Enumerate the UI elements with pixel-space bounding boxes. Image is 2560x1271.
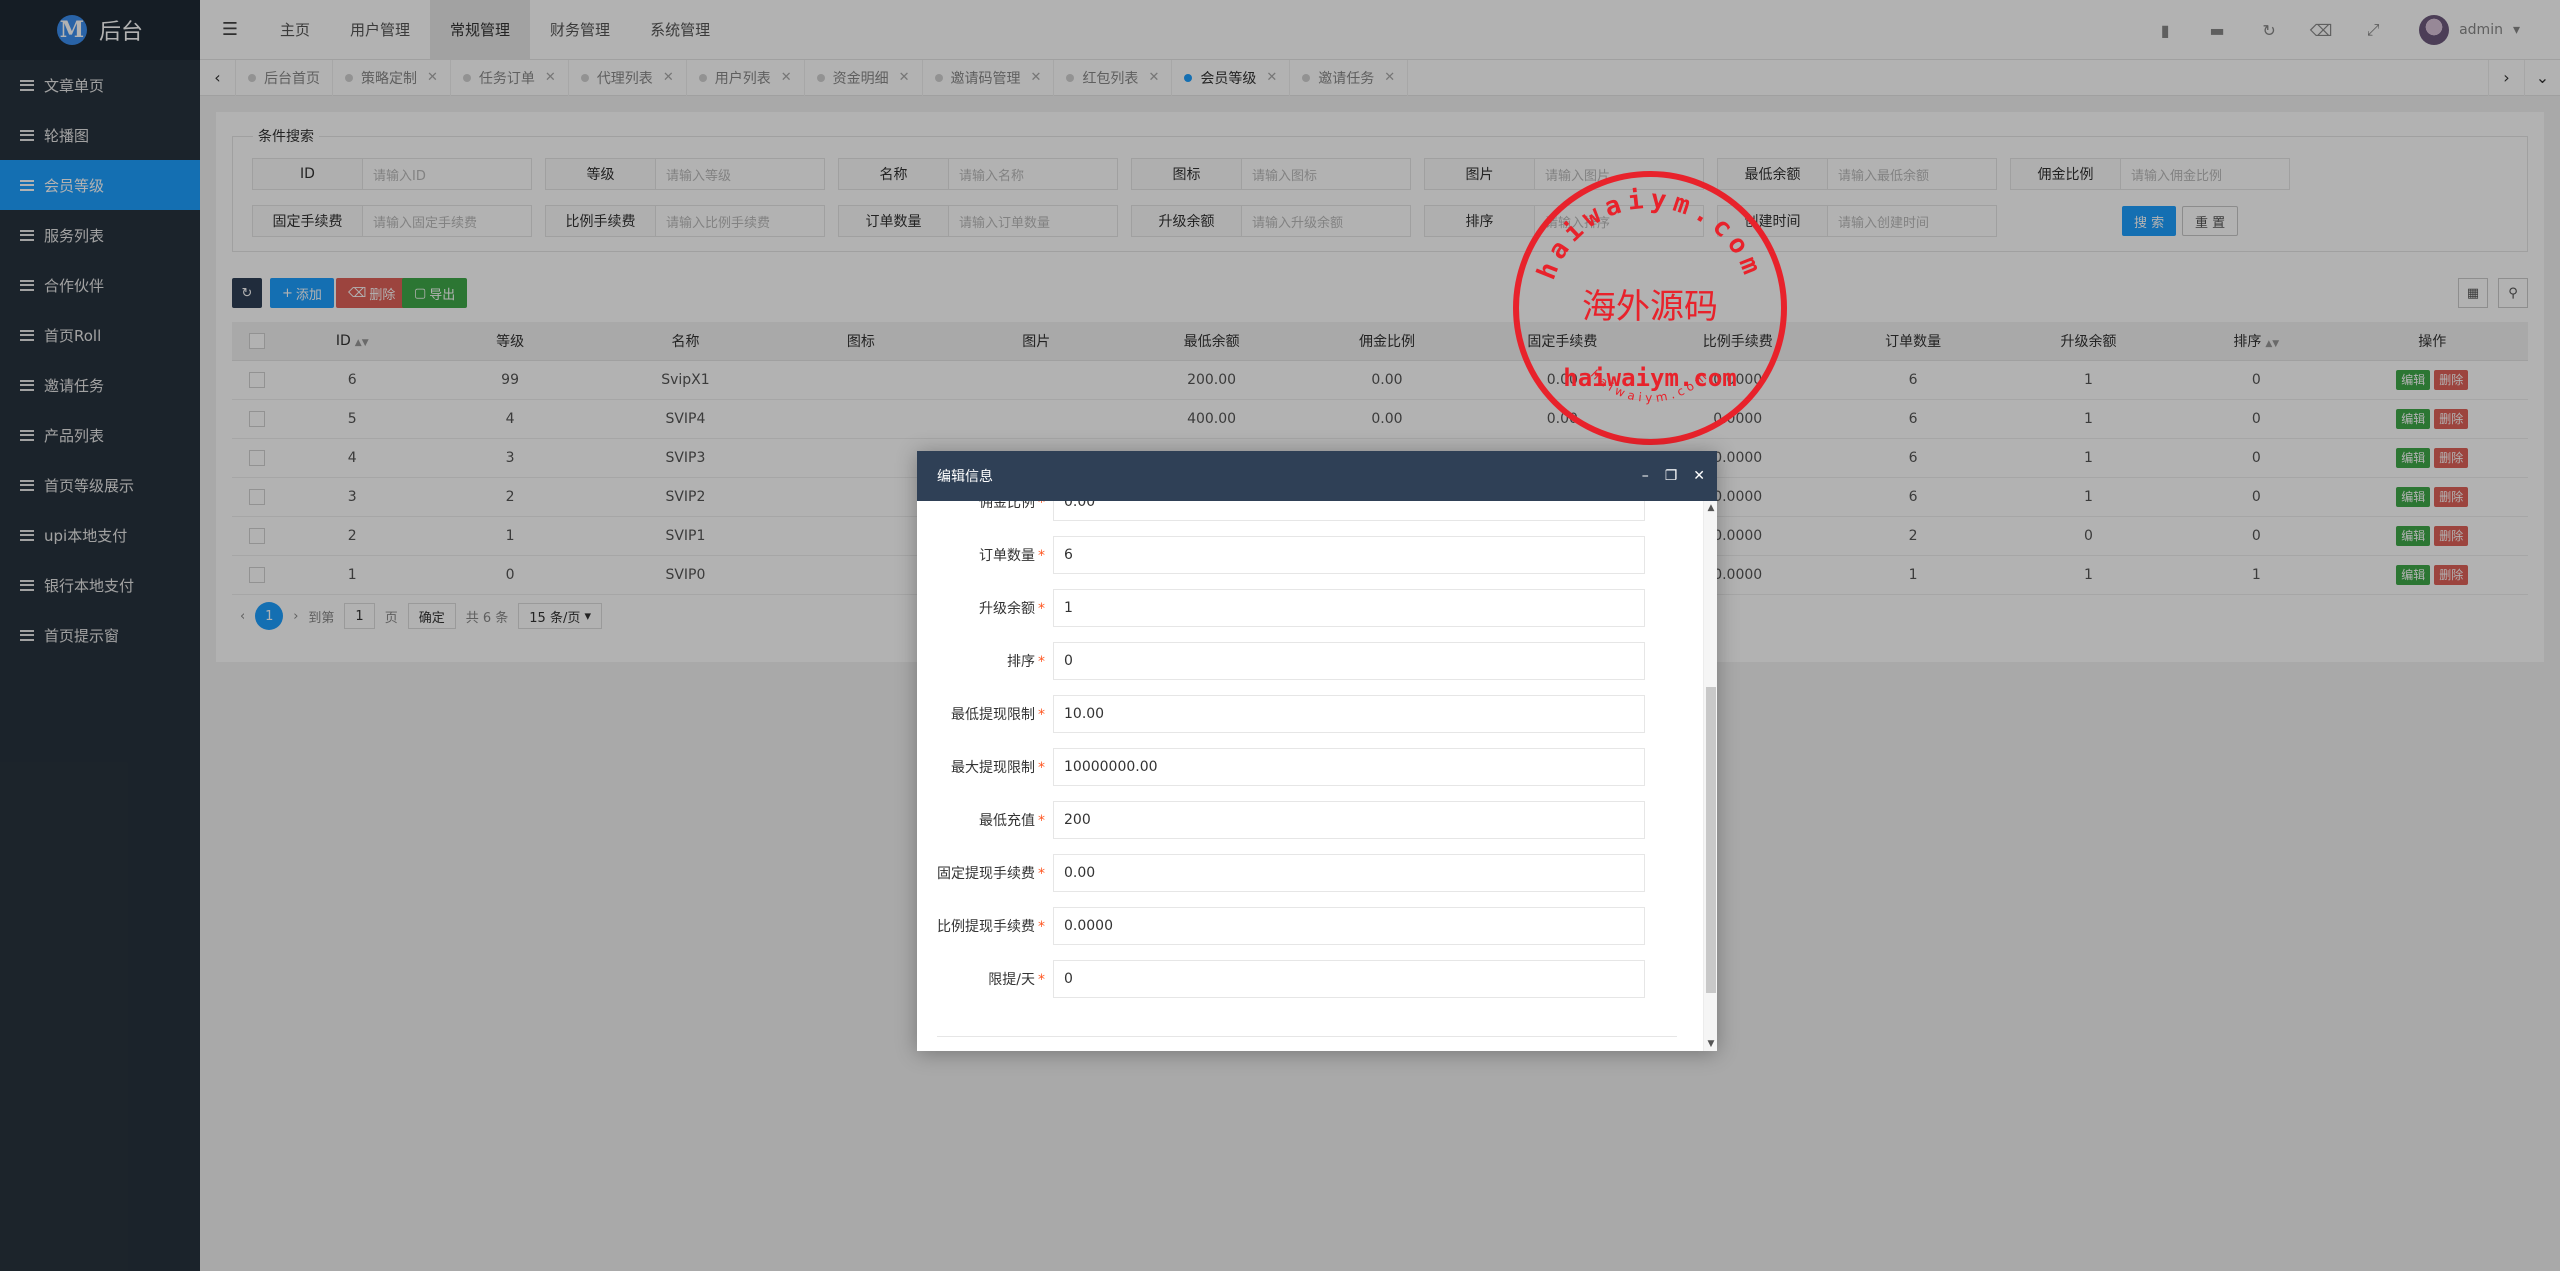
scroll-up-icon[interactable]: ▲ — [1704, 501, 1717, 515]
modal-divider — [937, 1036, 1677, 1037]
form-label: 固定提现手续费 * — [917, 863, 1053, 883]
form-label: 排序 * — [917, 651, 1053, 671]
form-row: 佣金比例 * 0.00 — [917, 501, 1697, 521]
edit-modal: 编辑信息 – ❐ ✕ 佣金比例 * 0.00 订单数量 * 6 升级余额 * 1 排序 * 0 最低提现… — [917, 451, 1717, 1051]
form-label-text: 升级余额 — [979, 601, 1035, 617]
form-row: 固定提现手续费 * 0.00 — [917, 854, 1697, 892]
form-input[interactable]: 1 — [1053, 589, 1645, 627]
form-row: 最低充值 * 200 — [917, 801, 1697, 839]
form-input[interactable]: 10.00 — [1053, 695, 1645, 733]
form-input[interactable]: 0.00 — [1053, 854, 1645, 892]
form-input[interactable]: 10000000.00 — [1053, 748, 1645, 786]
required-mark: * — [1038, 707, 1045, 723]
form-input[interactable]: 200 — [1053, 801, 1645, 839]
form-row: 排序 * 0 — [917, 642, 1697, 680]
form-input[interactable]: 0.00 — [1053, 501, 1645, 521]
modal-title: 编辑信息 — [937, 469, 993, 485]
seal-center-text: 海外源码 — [1582, 287, 1718, 327]
form-label-text: 最低提现限制 — [951, 707, 1035, 723]
form-label-text: 固定提现手续费 — [937, 866, 1035, 882]
seal-watermark: haiwaiym.com 海外源码 haiwaiym.com haiwaiym.… — [1513, 171, 1787, 445]
form-input[interactable]: 6 — [1053, 536, 1645, 574]
minimize-icon[interactable]: – — [1642, 468, 1649, 484]
form-label: 订单数量 * — [917, 545, 1053, 565]
form-row: 最低提现限制 * 10.00 — [917, 695, 1697, 733]
required-mark: * — [1038, 760, 1045, 776]
modal-body: 佣金比例 * 0.00 订单数量 * 6 升级余额 * 1 排序 * 0 最低提现限制 * 10.00 最大提… — [917, 501, 1717, 1051]
form-label: 佣金比例 * — [917, 501, 1053, 512]
required-mark: * — [1038, 501, 1045, 511]
form-label: 最低充值 * — [917, 810, 1053, 830]
modal-header: 编辑信息 – ❐ ✕ — [917, 451, 1717, 501]
form-label: 比例提现手续费 * — [917, 916, 1053, 936]
form-label-text: 比例提现手续费 — [937, 919, 1035, 935]
required-mark: * — [1038, 654, 1045, 670]
form-label: 限提/天 * — [917, 969, 1053, 989]
close-icon[interactable]: ✕ — [1693, 468, 1705, 484]
form-input[interactable]: 0 — [1053, 642, 1645, 680]
form-label: 升级余额 * — [917, 598, 1053, 618]
form-label-text: 最低充值 — [979, 813, 1035, 829]
form-label-text: 排序 — [1007, 654, 1035, 670]
form-row: 订单数量 * 6 — [917, 536, 1697, 574]
form-input[interactable]: 0 — [1053, 960, 1645, 998]
form-row: 升级余额 * 1 — [917, 589, 1697, 627]
form-label-text: 订单数量 — [979, 548, 1035, 564]
form-label-text: 限提/天 — [988, 972, 1035, 988]
form-row: 限提/天 * 0 — [917, 960, 1697, 998]
form-label: 最低提现限制 * — [917, 704, 1053, 724]
required-mark: * — [1038, 548, 1045, 564]
required-mark: * — [1038, 919, 1045, 935]
form-label-text: 佣金比例 — [979, 501, 1035, 511]
form-input[interactable]: 0.0000 — [1053, 907, 1645, 945]
form-label: 最大提现限制 * — [917, 757, 1053, 777]
form-label-text: 最大提现限制 — [951, 760, 1035, 776]
scroll-thumb[interactable] — [1706, 687, 1716, 993]
required-mark: * — [1038, 866, 1045, 882]
modal-scrollbar[interactable]: ▲ ▼ — [1703, 501, 1717, 1051]
scroll-down-icon[interactable]: ▼ — [1704, 1037, 1717, 1051]
form-row: 最大提现限制 * 10000000.00 — [917, 748, 1697, 786]
required-mark: * — [1038, 813, 1045, 829]
form-row: 比例提现手续费 * 0.0000 — [917, 907, 1697, 945]
required-mark: * — [1038, 601, 1045, 617]
maximize-icon[interactable]: ❐ — [1665, 468, 1678, 484]
required-mark: * — [1038, 972, 1045, 988]
